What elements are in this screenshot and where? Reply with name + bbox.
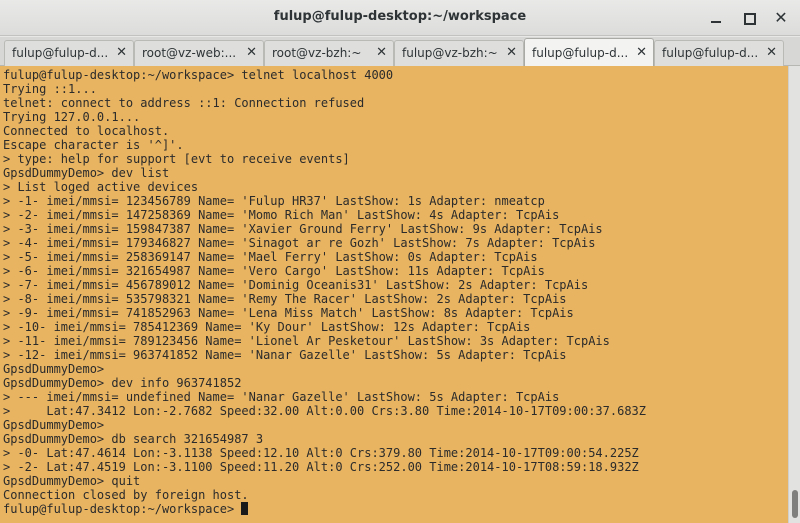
tab-label: root@vz-bzh:~ — [272, 46, 362, 60]
tab-root-vz-bzh[interactable]: root@vz-bzh:~ ✕ — [264, 40, 394, 66]
terminal-line: > -0- Lat:47.4614 Lon:-3.1138 Speed:12.1… — [3, 446, 639, 460]
terminal-line: > -6- imei/mmsi= 321654987 Name= 'Vero C… — [3, 264, 545, 278]
terminal-prompt-line[interactable]: fulup@fulup-desktop:~/workspace> — [3, 502, 249, 516]
terminal-line: telnet: connect to address ::1: Connecti… — [3, 96, 365, 110]
tab-label: fulup@fulup-d... — [12, 46, 109, 60]
tab-label: fulup@vz-bzh:~ — [402, 46, 498, 60]
terminal-line: > -9- imei/mmsi= 741852963 Name= 'Lena M… — [3, 306, 574, 320]
terminal-line: > -7- imei/mmsi= 456789012 Name= 'Domini… — [3, 278, 589, 292]
close-icon[interactable]: ✕ — [116, 45, 127, 60]
terminal-line: GpsdDummyDemo> quit — [3, 474, 141, 488]
terminal-line: GpsdDummyDemo> dev info 963741852 — [3, 376, 242, 390]
terminal-line: Connected to localhost. — [3, 124, 170, 138]
tab-root-vz-web[interactable]: root@vz-web:... ✕ — [134, 40, 264, 66]
terminal-line: > -1- imei/mmsi= 123456789 Name= 'Fulup … — [3, 194, 545, 208]
terminal-line: GpsdDummyDemo> — [3, 418, 105, 432]
shell-prompt: fulup@fulup-desktop:~/workspace> — [3, 502, 242, 516]
tab-label: fulup@fulup-d... — [532, 46, 629, 60]
close-icon[interactable]: ✕ — [246, 45, 257, 60]
window-title: fulup@fulup-desktop:~/workspace — [273, 9, 527, 24]
terminal-scrollbar[interactable] — [788, 66, 800, 523]
terminal-line: Trying ::1... — [3, 82, 97, 96]
tab-fulup-desktop-active[interactable]: fulup@fulup-d... ✕ — [524, 38, 654, 67]
terminal-line: > -5- imei/mmsi= 258369147 Name= 'Mael F… — [3, 250, 538, 264]
close-icon[interactable]: ✕ — [506, 45, 517, 60]
tab-bar: fulup@fulup-d... ✕ root@vz-web:... ✕ roo… — [0, 37, 800, 67]
close-window-button[interactable]: ✕ — [771, 8, 791, 28]
terminal-line: > Lat:47.3412 Lon:-2.7682 Speed:32.00 Al… — [3, 404, 646, 418]
terminal-line: > -3- imei/mmsi= 159847387 Name= 'Xavier… — [3, 222, 603, 236]
scrollbar-thumb[interactable] — [792, 490, 798, 518]
maximize-button[interactable] — [739, 8, 759, 28]
terminal-line: > -4- imei/mmsi= 179346827 Name= 'Sinago… — [3, 236, 596, 250]
close-icon[interactable]: ✕ — [376, 45, 387, 60]
terminal-line: fulup@fulup-desktop:~/workspace> telnet … — [3, 68, 394, 82]
terminal-line: > -8- imei/mmsi= 535798321 Name= 'Remy T… — [3, 292, 567, 306]
terminal-line: GpsdDummyDemo> dev list — [3, 166, 170, 180]
terminal-line: Escape character is '^]'. — [3, 138, 184, 152]
terminal-window: fulup@fulup-desktop:~/workspace ✕ fulup@… — [0, 0, 800, 523]
terminal-line: > -12- imei/mmsi= 963741852 Name= 'Nanar… — [3, 348, 567, 362]
terminal-output[interactable]: fulup@fulup-desktop:~/workspace> telnet … — [0, 66, 788, 523]
terminal-line: > -2- Lat:47.4519 Lon:-3.1100 Speed:11.2… — [3, 460, 639, 474]
terminal-line: > --- imei/mmsi= undefined Name= 'Nanar … — [3, 390, 560, 404]
terminal-line: > -2- imei/mmsi= 147258369 Name= 'Momo R… — [3, 208, 560, 222]
tab-fulup-desktop-1[interactable]: fulup@fulup-d... ✕ — [4, 40, 134, 66]
minimize-button[interactable] — [706, 8, 726, 28]
tab-label: fulup@fulup-d... — [662, 46, 759, 60]
terminal-line: Connection closed by foreign host. — [3, 488, 249, 502]
terminal-line: > type: help for support [evt to receive… — [3, 152, 350, 166]
tab-fulup-vz-bzh[interactable]: fulup@vz-bzh:~ ✕ — [394, 40, 524, 66]
terminal-line: > -11- imei/mmsi= 789123456 Name= 'Lione… — [3, 334, 610, 348]
terminal-line: > -10- imei/mmsi= 785412369 Name= 'Ky Do… — [3, 320, 531, 334]
terminal-line: Trying 127.0.0.1... — [3, 110, 141, 124]
text-cursor — [241, 502, 249, 515]
tab-label: root@vz-web:... — [142, 46, 237, 60]
title-bar[interactable]: fulup@fulup-desktop:~/workspace ✕ — [0, 0, 800, 36]
terminal-line: > List loged active devices — [3, 180, 199, 194]
terminal-line: GpsdDummyDemo> — [3, 362, 105, 376]
tab-fulup-desktop-3[interactable]: fulup@fulup-d... ✕ — [654, 40, 784, 66]
close-icon[interactable]: ✕ — [636, 45, 647, 60]
close-icon[interactable]: ✕ — [766, 45, 777, 60]
terminal-line: GpsdDummyDemo> db search 321654987 3 — [3, 432, 264, 446]
